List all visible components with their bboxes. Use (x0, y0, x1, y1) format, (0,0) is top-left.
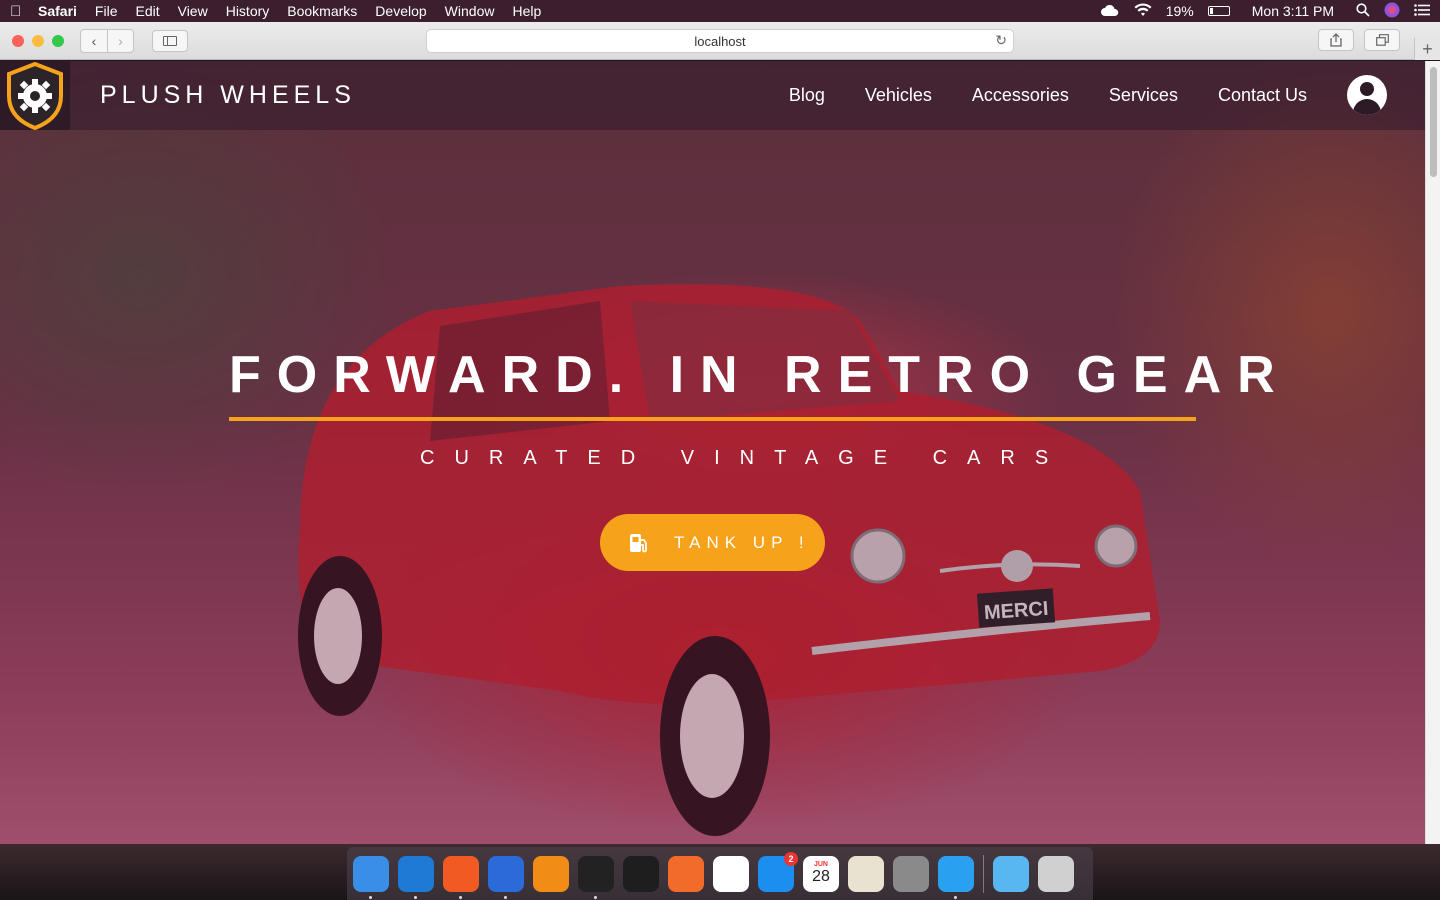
clock[interactable]: Mon 3:11 PM (1252, 3, 1334, 19)
wps-icon[interactable] (488, 855, 524, 899)
browser-toolbar: ‹ › localhost ↻ (0, 22, 1440, 60)
battery-percent: 19% (1165, 3, 1194, 19)
battery-fill (1209, 8, 1214, 14)
spotlight-search-icon[interactable] (1356, 2, 1370, 20)
figma-icon[interactable] (623, 855, 659, 892)
menu-safari[interactable]: Safari (38, 3, 77, 19)
tab-overview-button[interactable] (1364, 29, 1400, 51)
running-indicator (414, 895, 417, 899)
finder-icon[interactable] (353, 855, 389, 899)
running-indicator (459, 895, 462, 899)
menu-window[interactable]: Window (445, 3, 495, 19)
running-indicator (954, 895, 957, 899)
reload-icon[interactable]: ↻ (995, 32, 1007, 49)
safari-icon[interactable] (938, 855, 974, 899)
site-navbar: PLUSH WHEELS Blog Vehicles Accessories S… (0, 61, 1425, 130)
running-indicator (369, 895, 372, 899)
fullscreen-window-button[interactable] (52, 34, 64, 47)
main-nav: Blog Vehicles Accessories Services Conta… (789, 85, 1307, 106)
creative-cloud-icon[interactable] (1100, 3, 1120, 20)
battery-icon[interactable] (1207, 6, 1230, 16)
sketch-icon[interactable] (668, 855, 704, 892)
avatar-body (1353, 99, 1381, 115)
menu-edit[interactable]: Edit (135, 3, 159, 19)
menu-bookmarks[interactable]: Bookmarks (287, 3, 357, 19)
gas-pump-icon (630, 533, 647, 552)
back-button[interactable]: ‹ (81, 30, 107, 52)
vlc-icon[interactable] (533, 855, 569, 892)
nav-blog[interactable]: Blog (789, 85, 825, 106)
user-avatar-icon[interactable] (1347, 75, 1387, 115)
notes-icon[interactable] (848, 855, 884, 892)
share-button[interactable] (1318, 29, 1354, 51)
brand-name[interactable]: PLUSH WHEELS (100, 81, 356, 110)
app-store-badge: 2 (784, 851, 798, 866)
menu-history[interactable]: History (226, 3, 270, 19)
sidebar-toggle-button[interactable] (152, 29, 188, 52)
history-navigation: ‹ › (80, 28, 134, 53)
menu-bar:  Safari File Edit View History Bookmark… (0, 0, 1440, 22)
site-logo[interactable] (0, 61, 70, 130)
calendar-month: JUN (813, 861, 828, 868)
share-icon (1330, 33, 1342, 47)
tabs-icon (1375, 34, 1389, 46)
sidebar-icon (163, 35, 177, 46)
apple-menu-icon[interactable]:  (10, 3, 38, 20)
app-store-icon[interactable]: 2 (758, 851, 798, 892)
window-controls (12, 34, 64, 47)
hero-divider (229, 417, 1196, 421)
tank-up-button[interactable]: TANK UP ! (600, 514, 825, 571)
address-bar[interactable]: localhost ↻ (426, 29, 1014, 53)
hero-section: MERCI PLUSH WHEELS Blog Vehicles Accesso… (0, 61, 1425, 844)
menu-develop[interactable]: Develop (375, 3, 426, 19)
nav-services[interactable]: Services (1109, 85, 1178, 106)
notification-center-icon[interactable] (1414, 3, 1430, 19)
minimize-window-button[interactable] (32, 34, 44, 47)
nav-contact-us[interactable]: Contact Us (1218, 85, 1307, 106)
url-text: localhost (694, 33, 746, 49)
wifi-icon[interactable] (1134, 2, 1152, 20)
system-preferences-icon[interactable] (893, 855, 929, 892)
new-tab-button[interactable]: + (1414, 38, 1440, 60)
menu-help[interactable]: Help (512, 3, 541, 19)
running-indicator (504, 895, 507, 899)
dock-separator (983, 854, 984, 893)
tank-up-label: TANK UP ! (674, 532, 810, 552)
dock: 2 JUN 28 (347, 847, 1093, 900)
calendar-icon[interactable]: JUN 28 (803, 855, 839, 892)
siri-icon[interactable] (1384, 2, 1400, 21)
close-window-button[interactable] (12, 34, 24, 47)
avatar-head (1360, 82, 1374, 96)
brave-icon[interactable] (443, 855, 479, 899)
terminal-icon[interactable] (578, 855, 614, 899)
nav-vehicles[interactable]: Vehicles (865, 85, 932, 106)
hero-title: FORWARD. IN RETRO GEAR (229, 346, 1291, 404)
forward-button[interactable]: › (107, 29, 133, 52)
trash-icon[interactable] (1038, 855, 1074, 892)
page-scrollbar[interactable] (1425, 61, 1440, 844)
vscode-icon[interactable] (398, 855, 434, 899)
nav-accessories[interactable]: Accessories (972, 85, 1069, 106)
menu-view[interactable]: View (178, 3, 208, 19)
scrollbar-thumb[interactable] (1430, 67, 1437, 177)
running-indicator (594, 895, 597, 899)
menu-file[interactable]: File (95, 3, 118, 19)
mongodb-compass-icon[interactable] (713, 855, 749, 892)
hero-subtitle: CURATED VINTAGE CARS (420, 447, 1069, 469)
gear-shield-logo-icon (7, 61, 63, 130)
downloads-folder-icon[interactable] (993, 855, 1029, 892)
calendar-day: 28 (812, 868, 830, 885)
